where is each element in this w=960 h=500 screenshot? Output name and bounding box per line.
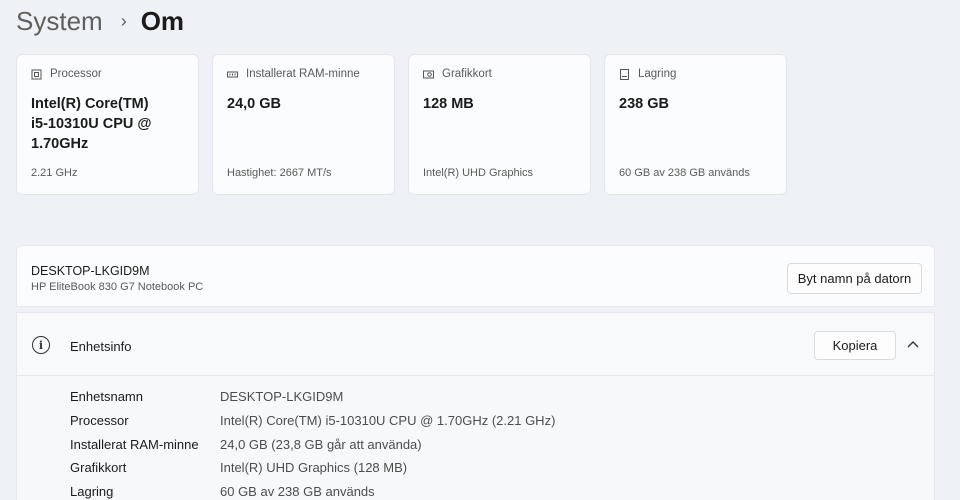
- page-title: Om: [140, 5, 185, 36]
- card-value: Intel(R) Core(TM) i5-10310U CPU @ 1.70GH…: [31, 96, 152, 152]
- spec-value: Intel(R) UHD Graphics (128 MB): [220, 460, 408, 476]
- spec-row: Enhetsnamn DESKTOP-LKGID9M: [70, 385, 555, 409]
- chevron-right-icon: ›: [120, 10, 127, 31]
- device-info-title: Enhetsinfo: [70, 339, 132, 354]
- spec-value: 24,0 GB (23,8 GB går att använda): [220, 436, 422, 452]
- card-title: Lagring: [638, 68, 677, 80]
- chevron-up-icon[interactable]: [906, 337, 920, 351]
- spec-label: Installerat RAM-minne: [70, 436, 199, 452]
- spec-row: Lagring 60 GB av 238 GB används: [70, 480, 555, 500]
- spec-label: Processor: [70, 413, 129, 429]
- card-value: 128 MB: [423, 96, 474, 112]
- spec-label: Enhetsnamn: [70, 389, 143, 405]
- device-model: HP EliteBook 830 G7 Notebook PC: [31, 281, 204, 293]
- card-storage: Lagring 238 GB 60 GB av 238 GB används: [604, 54, 787, 195]
- device-info-header[interactable]: i Enhetsinfo Kopiera: [17, 313, 934, 376]
- copy-button[interactable]: Kopiera: [814, 331, 896, 360]
- device-name: DESKTOP-LKGID9M: [31, 264, 150, 278]
- card-title: Processor: [50, 68, 102, 80]
- card-processor: Processor Intel(R) Core(TM) i5-10310U CP…: [16, 54, 199, 195]
- ram-icon: [227, 69, 238, 80]
- spec-row: Grafikkort Intel(R) UHD Graphics (128 MB…: [70, 456, 555, 480]
- graphics-card-icon: [423, 69, 434, 80]
- spec-label: Grafikkort: [70, 460, 127, 476]
- device-info-panel: i Enhetsinfo Kopiera Enhetsnamn DESKTOP-…: [16, 312, 935, 500]
- card-subtitle: Intel(R) UHD Graphics: [423, 167, 534, 179]
- card-subtitle: Hastighet: 2667 MT/s: [227, 167, 332, 179]
- card-subtitle: 60 GB av 238 GB används: [619, 167, 750, 179]
- card-title: Installerat RAM-minne: [246, 68, 360, 80]
- spec-list: Enhetsnamn DESKTOP-LKGID9M Processor Int…: [70, 385, 555, 500]
- spec-row: Processor Intel(R) Core(TM) i5-10310U CP…: [70, 409, 555, 433]
- card-graphics: Grafikkort 128 MB Intel(R) UHD Graphics: [408, 54, 591, 195]
- card-value: 238 GB: [619, 96, 669, 112]
- rename-pc-button[interactable]: Byt namn på datorn: [787, 263, 922, 294]
- breadcrumb: System › Om: [16, 2, 184, 40]
- device-name-row: DESKTOP-LKGID9M HP EliteBook 830 G7 Note…: [16, 245, 935, 307]
- breadcrumb-system-link[interactable]: System: [16, 6, 103, 37]
- storage-icon: [619, 68, 630, 80]
- processor-icon: [31, 69, 42, 80]
- spec-value: 60 GB av 238 GB används: [220, 484, 375, 500]
- spec-value: Intel(R) Core(TM) i5-10310U CPU @ 1.70GH…: [220, 413, 556, 429]
- card-ram: Installerat RAM-minne 24,0 GB Hastighet:…: [212, 54, 395, 195]
- card-subtitle: 2.21 GHz: [31, 167, 78, 179]
- card-value: 24,0 GB: [227, 96, 281, 112]
- spec-label: Lagring: [70, 484, 114, 500]
- spec-row: Installerat RAM-minne 24,0 GB (23,8 GB g…: [70, 432, 555, 456]
- info-icon: i: [32, 336, 50, 354]
- spec-cards: Processor Intel(R) Core(TM) i5-10310U CP…: [16, 54, 787, 195]
- card-title: Grafikkort: [442, 68, 492, 80]
- spec-value: DESKTOP-LKGID9M: [220, 389, 344, 405]
